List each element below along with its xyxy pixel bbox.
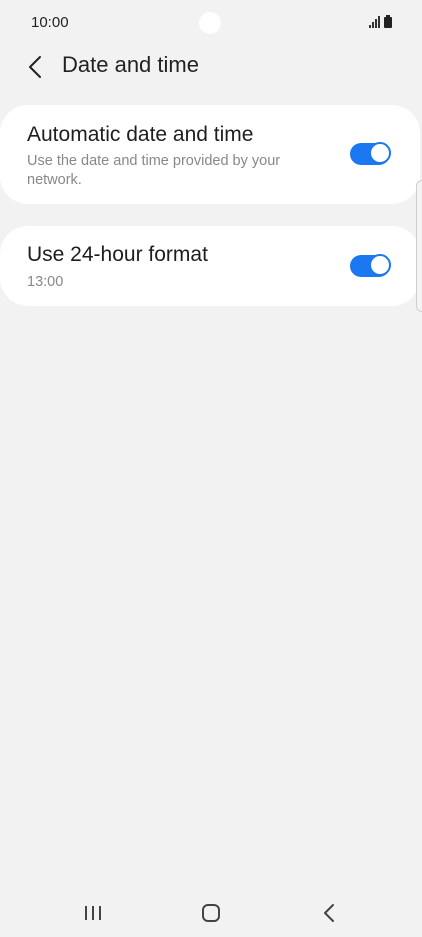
- toggle-knob: [369, 254, 391, 276]
- home-button[interactable]: [191, 897, 231, 929]
- scroll-indicator[interactable]: [416, 180, 422, 312]
- automatic-date-time-toggle[interactable]: [350, 142, 391, 165]
- page-title: Date and time: [62, 52, 199, 77]
- navigation-bar: [0, 889, 422, 937]
- back-icon: [324, 904, 334, 922]
- setting-title: Automatic date and time: [27, 123, 254, 146]
- back-nav-button[interactable]: [309, 897, 349, 929]
- setting-24-hour-format[interactable]: Use 24-hour format 13:00: [0, 226, 420, 306]
- 24-hour-format-toggle[interactable]: [350, 254, 391, 277]
- setting-description: Use the date and time provided by your n…: [27, 153, 281, 188]
- setting-automatic-date-time[interactable]: Automatic date and time Use the date and…: [0, 105, 420, 204]
- setting-value: 13:00: [27, 274, 64, 290]
- camera-cutout: [199, 12, 221, 34]
- recent-apps-button[interactable]: [73, 897, 113, 929]
- status-time: 10:00: [31, 14, 69, 31]
- recent-apps-icon: [85, 906, 101, 920]
- signal-icon: [369, 16, 380, 28]
- chevron-left-icon: [29, 56, 41, 78]
- toggle-knob: [369, 142, 391, 164]
- back-button[interactable]: [20, 50, 50, 84]
- battery-icon: [384, 15, 392, 28]
- home-icon: [202, 904, 220, 922]
- setting-title: Use 24-hour format: [27, 243, 208, 266]
- header: Date and time: [0, 46, 422, 88]
- status-icons: [369, 14, 392, 28]
- status-bar: 10:00: [0, 0, 422, 46]
